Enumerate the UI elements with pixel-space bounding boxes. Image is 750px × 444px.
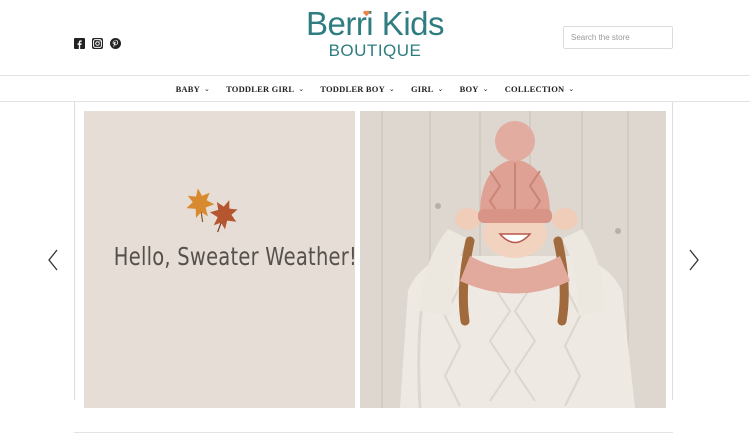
divider — [74, 432, 673, 433]
nav-label: GIRL — [411, 83, 434, 94]
nav-item-toddler-girl[interactable]: TODDLER GIRL ⌄ — [226, 84, 304, 94]
chevron-down-icon: ⌄ — [437, 84, 444, 93]
logo-wordmark: Berri Kids — [305, 5, 445, 42]
nav-item-baby[interactable]: BABY ⌄ — [176, 84, 211, 94]
autumn-leaves-icon — [186, 188, 238, 233]
instagram-icon[interactable] — [92, 36, 103, 49]
facebook-icon[interactable] — [74, 36, 85, 49]
logo-subtitle: BOUTIQUE — [328, 41, 422, 60]
nav-label: TODDLER BOY — [320, 83, 385, 94]
nav-label: BABY — [175, 83, 200, 94]
nav-item-girl[interactable]: GIRL ⌄ — [411, 84, 444, 94]
search-input[interactable] — [563, 26, 673, 49]
carousel-prev-arrow-icon[interactable] — [44, 246, 64, 274]
nav-item-boy[interactable]: BOY ⌄ — [460, 84, 489, 94]
social-links — [74, 36, 121, 49]
chevron-down-icon: ⌄ — [568, 84, 575, 93]
hero-headline: Hello, Sweater Weather! — [113, 242, 355, 271]
store-logo[interactable]: Berri Kids BOUTIQUE — [300, 6, 450, 60]
chevron-down-icon: ⌄ — [482, 84, 489, 93]
nav-label: TODDLER GIRL — [226, 83, 295, 94]
nav-item-collection[interactable]: COLLECTION ⌄ — [505, 84, 575, 94]
nav-label: BOY — [459, 83, 479, 94]
nav-label: COLLECTION — [504, 83, 565, 94]
chevron-down-icon: ⌄ — [388, 84, 395, 93]
pinterest-icon[interactable] — [110, 36, 121, 49]
heart-icon — [363, 10, 370, 17]
nav-item-toddler-boy[interactable]: TODDLER BOY ⌄ — [320, 84, 395, 94]
hero-slide-text-panel[interactable]: Hello, Sweater Weather! — [84, 111, 355, 408]
chevron-down-icon: ⌄ — [298, 84, 305, 93]
site-header: Berri Kids BOUTIQUE — [0, 0, 750, 75]
main-navigation: BABY ⌄ TODDLER GIRL ⌄ TODDLER BOY ⌄ GIRL ⌄ B… — [0, 75, 750, 102]
carousel-next-arrow-icon[interactable] — [684, 246, 704, 274]
hero-slide-photo[interactable] — [360, 111, 666, 408]
chevron-down-icon: ⌄ — [203, 84, 211, 93]
girl-in-sweater-photo — [360, 111, 666, 408]
